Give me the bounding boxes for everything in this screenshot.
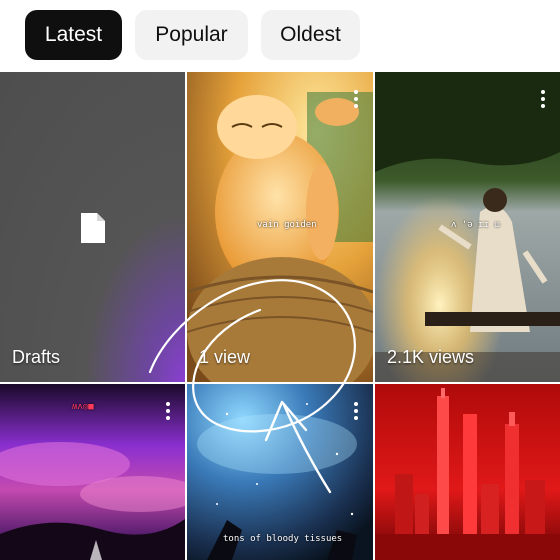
video-tile[interactable]: ʌ 'ə ɪɪ ɯ 2.1K views bbox=[375, 72, 560, 382]
view-count: 1 view bbox=[199, 347, 251, 367]
video-thumbnail bbox=[375, 384, 560, 560]
video-caption: ʌ 'ə ɪɪ ɯ bbox=[451, 220, 500, 230]
document-icon bbox=[81, 213, 105, 243]
filter-chip-latest[interactable]: Latest bbox=[25, 10, 122, 60]
video-caption: tons of bloody tissues bbox=[223, 534, 343, 544]
filter-chip-popular[interactable]: Popular bbox=[135, 10, 248, 60]
filter-chip-oldest[interactable]: Oldest bbox=[261, 10, 360, 60]
view-count: 2.1K views bbox=[387, 347, 475, 367]
video-tile[interactable]: ʍʌ◎■ bbox=[0, 384, 185, 560]
video-tile[interactable]: tons of bloody tissues bbox=[187, 384, 373, 560]
more-options-icon[interactable] bbox=[353, 402, 359, 422]
filter-bar: Latest Popular Oldest bbox=[0, 0, 560, 72]
drafts-tile[interactable]: Drafts bbox=[0, 72, 185, 382]
more-options-icon[interactable] bbox=[540, 90, 546, 110]
video-tile[interactable] bbox=[375, 384, 560, 560]
video-caption: ʍʌ◎■ bbox=[72, 402, 94, 412]
drafts-label: Drafts bbox=[12, 347, 61, 367]
more-options-icon[interactable] bbox=[165, 402, 171, 422]
video-tile[interactable]: vain goiden 1 view bbox=[187, 72, 373, 382]
video-caption: vain goiden bbox=[257, 220, 317, 230]
more-options-icon[interactable] bbox=[353, 90, 359, 110]
